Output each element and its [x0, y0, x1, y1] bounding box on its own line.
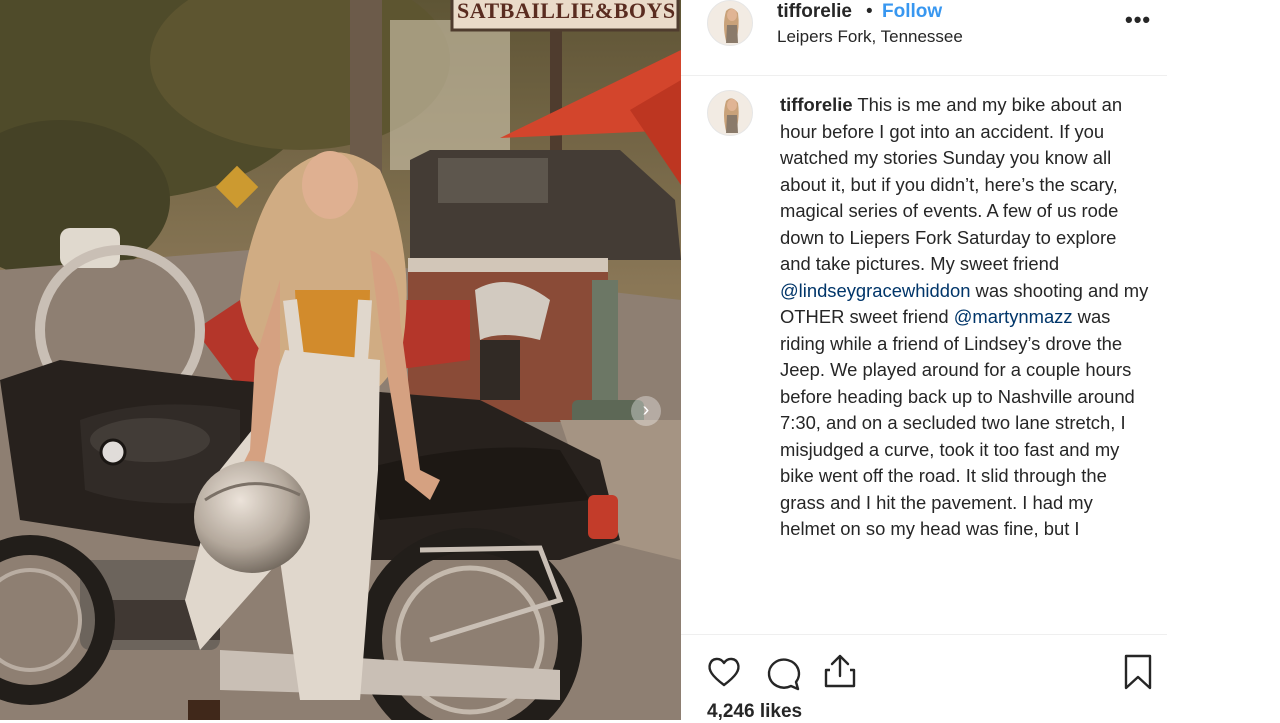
comment-icon[interactable] [764, 654, 802, 692]
shop-sign-text: SATBAILLIE&BOYS [457, 0, 676, 23]
header-divider [681, 75, 1167, 76]
post-photo[interactable]: SATBAILLIE&BOYS › [0, 0, 681, 720]
heart-icon[interactable] [706, 654, 742, 690]
author-username[interactable]: tifforelie [777, 1, 852, 23]
actions-divider [681, 634, 1167, 635]
share-icon[interactable] [822, 652, 858, 690]
page-margin [1167, 0, 1280, 720]
follow-button[interactable]: Follow [882, 1, 942, 23]
caption-text-part-3: was riding while a friend of Lindsey’s d… [780, 306, 1135, 539]
carousel-next-button[interactable]: › [631, 396, 661, 426]
caption-username[interactable]: tifforelie [780, 94, 853, 115]
mention-link[interactable]: @lindseygracewhiddon [780, 280, 970, 301]
header-separator: • [866, 1, 873, 22]
post-caption: tifforelie This is me and my bike about … [780, 92, 1150, 628]
more-options-icon[interactable]: ••• [1125, 9, 1151, 31]
post-location[interactable]: Leipers Fork, Tennessee [777, 27, 963, 47]
bookmark-icon[interactable] [1121, 653, 1155, 691]
avatar-photo-icon [708, 1, 752, 45]
author-avatar[interactable] [707, 0, 753, 46]
mention-link[interactable]: @martynmazz [954, 306, 1073, 327]
caption-author-avatar[interactable] [707, 90, 753, 136]
caption-text-part-1: This is me and my bike about an hour bef… [780, 94, 1123, 274]
avatar-photo-icon [708, 91, 752, 135]
photo-illustration [0, 0, 681, 720]
